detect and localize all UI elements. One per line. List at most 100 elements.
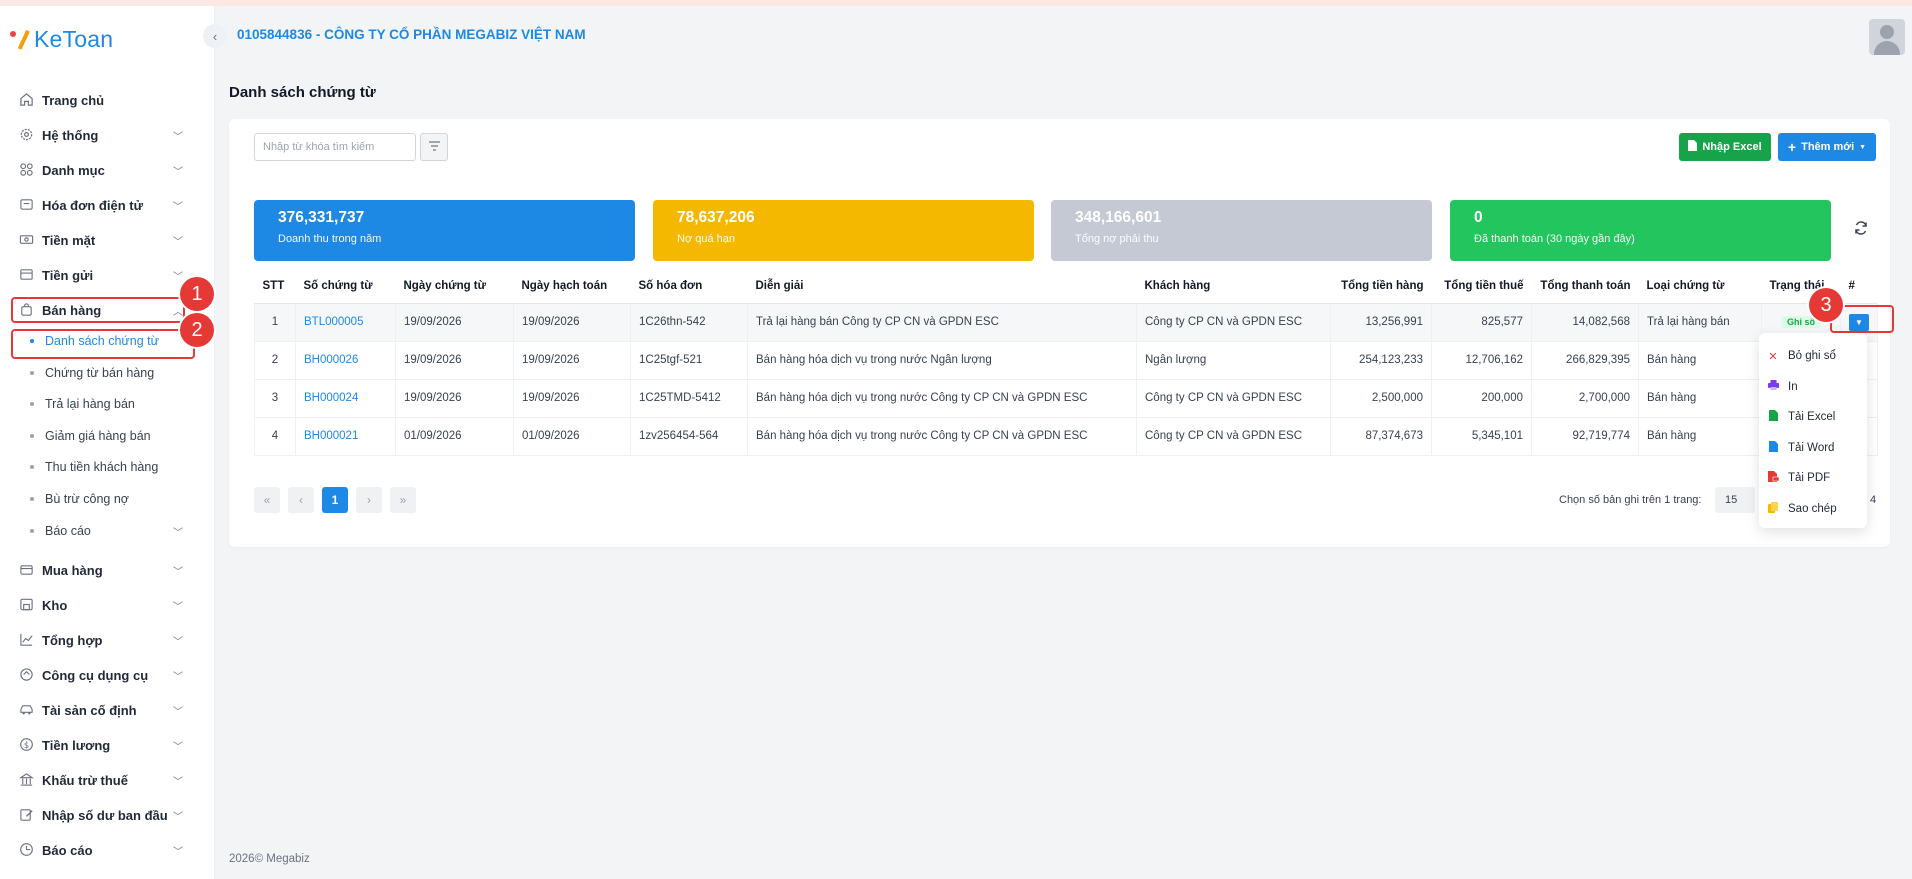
sidebar-item-label: Công cụ dụng cụ [42, 667, 149, 683]
table-row[interactable]: 3 BH000024 19/09/2026 19/09/2026 1C25TMD… [254, 378, 1878, 418]
col-tong-tien-thue[interactable]: Tổng tiền thuế [1431, 270, 1532, 304]
col-ngay-chung-tu[interactable]: Ngày chứng từ [395, 270, 514, 304]
sidebar-subitem-bao-cao[interactable]: Báo cáo ﹀ [0, 518, 215, 544]
sidebar-item-label: Danh mục [42, 162, 105, 178]
cell-loai-chung-tu: Bán hàng [1638, 340, 1762, 380]
menu-item-tai-pdf[interactable]: Tải PDF [1759, 463, 1867, 494]
collapse-sidebar-button[interactable]: ‹ [203, 24, 227, 48]
col-so-chung-tu[interactable]: Số chứng từ [295, 270, 396, 304]
sidebar-item-tien-mat[interactable]: Tiền mặt ﹀ [0, 225, 215, 255]
sidebar-item-label: Tiền gửi [42, 267, 94, 283]
avatar[interactable] [1869, 19, 1905, 55]
sidebar-item-he-thong[interactable]: Hệ thống ﹀ [0, 120, 215, 150]
cell-so-hoa-don: 1zv256454-564 [630, 416, 748, 456]
sidebar-item-kho[interactable]: Kho ﹀ [0, 590, 215, 620]
sidebar-subitem-thu-tien-khach-hang[interactable]: Thu tiền khách hàng [0, 454, 215, 480]
sidebar-subitem-label: Thu tiền khách hàng [45, 460, 159, 474]
document-link[interactable]: BH000026 [304, 354, 358, 366]
sidebar-item-tien-luong[interactable]: $ Tiền lương ﹀ [0, 730, 215, 760]
sidebar-item-tai-san-co-dinh[interactable]: Tài sản cố định ﹀ [0, 695, 215, 725]
stat-card-revenue[interactable]: 376,331,737 Doanh thu trong năm [254, 200, 635, 261]
sidebar-item-hoa-don[interactable]: Hóa đơn điện tử ﹀ [0, 190, 215, 220]
menu-item-tai-excel[interactable]: Tải Excel [1759, 402, 1867, 433]
sidebar-item-label: Kho [42, 597, 68, 613]
sidebar-item-label: Tổng hợp [42, 632, 103, 648]
refresh-button[interactable] [1846, 215, 1876, 245]
gear-icon [18, 127, 34, 143]
sidebar-subitem-chung-tu-ban-hang[interactable]: Chứng từ bán hàng [0, 360, 215, 386]
logo[interactable]: KeToan [10, 24, 113, 54]
company-name[interactable]: 0105844836 - CÔNG TY CỔ PHẦN MEGABIZ VIỆ… [237, 27, 586, 42]
search-input[interactable] [254, 133, 416, 161]
menu-item-bo-ghi-so[interactable]: ✕ Bỏ ghi sổ [1759, 341, 1867, 372]
stat-card-paid[interactable]: 0 Đã thanh toán (30 ngày gần đây) [1450, 200, 1831, 261]
sidebar-subitem-tra-lai-hang-ban[interactable]: Trả lại hàng bán [0, 391, 215, 417]
cell-ngay-chung-tu: 19/09/2026 [395, 302, 514, 342]
copy-icon [1767, 501, 1779, 516]
receipt-icon [18, 197, 34, 213]
next-page-button[interactable]: › [356, 487, 382, 513]
menu-item-tai-word[interactable]: Tải Word [1759, 433, 1867, 464]
cell-tong-tien-thue: 825,577 [1431, 302, 1532, 342]
page-button-current[interactable]: 1 [322, 487, 348, 513]
menu-item-in[interactable]: In [1759, 372, 1867, 403]
document-link[interactable]: BTL000005 [304, 316, 363, 328]
sidebar-item-label: Trang chủ [42, 92, 105, 108]
stat-value: 376,331,737 [278, 209, 365, 226]
col-stt[interactable]: STT [254, 270, 296, 304]
document-link[interactable]: BH000021 [304, 430, 358, 442]
sidebar-item-cong-cu-dung-cu[interactable]: Công cụ dụng cụ ﹀ [0, 660, 215, 690]
cell-tong-tien-thue: 200,000 [1431, 378, 1532, 418]
import-excel-button[interactable]: Nhập Excel [1679, 133, 1771, 161]
main-card: Nhập Excel + Thêm mới ▼ 376,331,737 Doan… [229, 119, 1890, 547]
sidebar-item-nhap-so-du[interactable]: Nhập số dư ban đầu ﹀ [0, 800, 215, 830]
stat-label: Đã thanh toán (30 ngày gần đây) [1474, 233, 1635, 245]
cell-tong-tien-thue: 5,345,101 [1431, 416, 1532, 456]
sidebar-subitem-label: Chứng từ bán hàng [45, 366, 155, 380]
sidebar-item-tong-hop[interactable]: Tổng hợp ﹀ [0, 625, 215, 655]
cell-tong-tien-hang: 2,500,000 [1330, 378, 1432, 418]
sidebar-item-mua-hang[interactable]: Mua hàng ﹀ [0, 555, 215, 585]
col-so-hoa-don[interactable]: Số hóa đơn [630, 270, 748, 304]
stat-card-overdue[interactable]: 78,637,206 Nợ quá hạn [653, 200, 1034, 261]
col-khach-hang[interactable]: Khách hàng [1136, 270, 1331, 304]
col-tong-tien-hang[interactable]: Tổng tiền hàng [1330, 270, 1432, 304]
refresh-icon [1854, 220, 1868, 240]
table-row[interactable]: 1 BTL000005 19/09/2026 19/09/2026 1C26th… [254, 302, 1878, 342]
per-page-select[interactable]: 15 [1715, 487, 1755, 513]
sidebar-item-danh-muc[interactable]: Danh mục ﹀ [0, 155, 215, 185]
document-link[interactable]: BH000024 [304, 392, 358, 404]
last-page-button[interactable]: » [390, 487, 416, 513]
table-row[interactable]: 4 BH000021 01/09/2026 01/09/2026 1zv2564… [254, 416, 1878, 456]
sidebar-item-trang-chu[interactable]: Trang chủ [0, 85, 215, 115]
table-row[interactable]: 2 BH000026 19/09/2026 19/09/2026 1C25tgf… [254, 340, 1878, 380]
col-dien-giai[interactable]: Diễn giải [747, 270, 1137, 304]
chevron-down-icon: ﹀ [173, 131, 183, 143]
menu-item-label: Tải Excel [1788, 411, 1836, 424]
col-loai-chung-tu[interactable]: Loại chứng từ [1638, 270, 1762, 304]
bullet-icon [30, 402, 34, 406]
sidebar-subitem-giam-gia-hang-ban[interactable]: Giảm giá hàng bán [0, 423, 215, 449]
menu-item-sao-chep[interactable]: Sao chép [1759, 494, 1867, 525]
plus-icon: + [1787, 139, 1797, 155]
menu-item-label: Tải PDF [1788, 472, 1831, 485]
footer-copyright: 2026© Megabiz [229, 853, 310, 865]
sidebar-subitem-bu-tru-cong-no[interactable]: Bù trừ công nợ [0, 486, 215, 512]
sidebar-item-label: Nhập số dư ban đầu [42, 807, 168, 823]
prev-page-button[interactable]: ‹ [288, 487, 314, 513]
first-page-button[interactable]: « [254, 487, 280, 513]
stat-card-receivable[interactable]: 348,166,601 Tổng nợ phải thu [1051, 200, 1432, 261]
avatar-head-icon [1880, 25, 1894, 39]
sidebar-item-khau-tru-thue[interactable]: Khấu trừ thuế ﹀ [0, 765, 215, 795]
sidebar-item-bao-cao[interactable]: Báo cáo ﹀ [0, 835, 215, 865]
page-title: Danh sách chứng từ [229, 84, 376, 101]
add-new-button[interactable]: + Thêm mới ▼ [1778, 133, 1876, 161]
filter-button[interactable] [420, 133, 448, 161]
cell-tong-thanh-toan: 2,700,000 [1531, 378, 1639, 418]
chevron-left-icon: ‹ [212, 28, 218, 44]
chevron-down-icon: ﹀ [173, 671, 183, 683]
annotation-badge-3: 3 [1809, 288, 1843, 322]
cell-ngay-chung-tu: 01/09/2026 [395, 416, 514, 456]
col-ngay-hach-toan[interactable]: Ngày hạch toán [513, 270, 631, 304]
col-tong-thanh-toan[interactable]: Tổng thanh toán [1531, 270, 1639, 304]
